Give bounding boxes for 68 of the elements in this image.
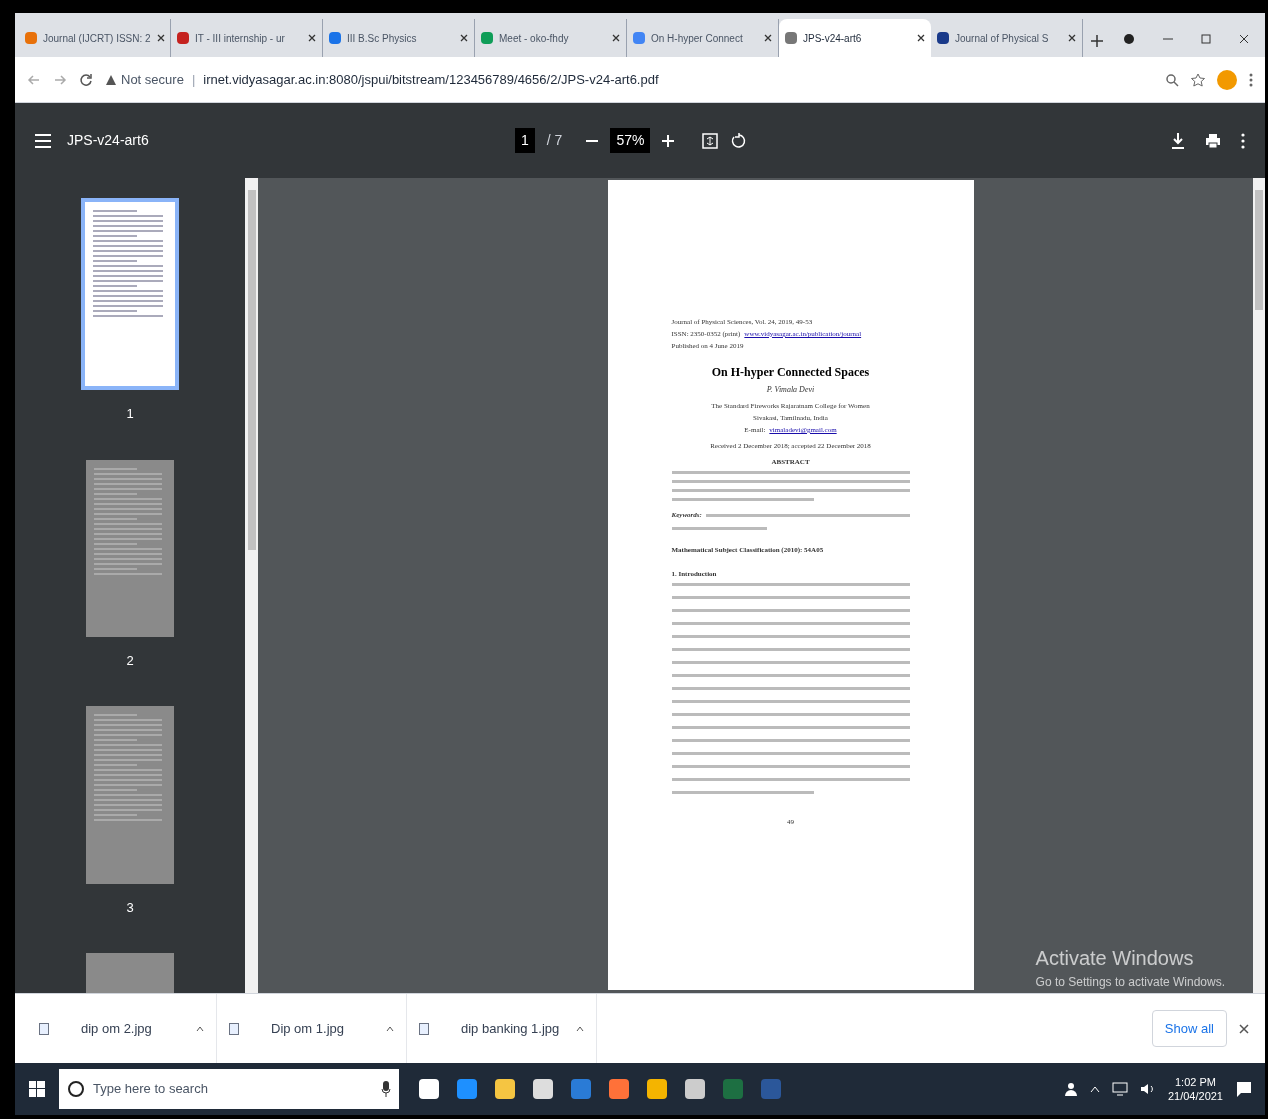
tab-favicon-icon [329,32,341,44]
page-thumbnail[interactable] [86,706,174,884]
close-icon[interactable] [764,34,772,42]
star-icon[interactable] [1191,72,1205,87]
tab-favicon-icon [25,32,37,44]
maximize-icon[interactable] [1201,34,1211,44]
activation-subtitle: Go to Settings to activate Windows. [1035,974,1225,991]
close-icon[interactable] [1239,1023,1249,1034]
close-icon[interactable] [917,34,925,42]
notification-icon[interactable] [1235,1080,1253,1098]
network-icon[interactable] [1111,1082,1128,1096]
page-thumbnail[interactable] [86,953,174,993]
fit-page-icon[interactable] [702,132,719,149]
show-all-button[interactable]: Show all [1151,1009,1227,1048]
more-icon[interactable] [1249,72,1253,87]
close-icon[interactable] [1239,34,1249,44]
caret-icon[interactable] [386,1025,394,1032]
print-icon[interactable] [1205,132,1221,149]
page-thumbnail[interactable] [81,198,179,391]
reload-icon[interactable] [79,72,93,87]
rotate-icon[interactable] [730,132,747,149]
thumbnail-label: 1 [126,405,134,424]
speaker-icon[interactable] [1139,1082,1156,1096]
close-icon[interactable] [1068,34,1076,42]
microphone-icon[interactable] [381,1081,391,1097]
thumbnail-label: 3 [126,898,134,917]
profile-icon[interactable] [1123,33,1135,45]
warning-icon [105,73,117,86]
close-icon[interactable] [156,34,165,42]
page-count: / 7 [546,131,563,150]
zoom-in-icon[interactable] [662,134,675,147]
search-icon [67,1080,85,1098]
download-icon[interactable] [1171,132,1185,149]
close-icon[interactable] [460,34,468,42]
search-field[interactable]: Type here to search [59,1069,399,1109]
close-icon[interactable] [308,34,316,42]
tab-favicon-icon [177,32,189,44]
more-icon[interactable] [1241,132,1245,149]
tab-favicon-icon [785,32,797,44]
clock-time[interactable]: 1:02 PM [1175,1075,1216,1089]
person-icon[interactable] [1063,1082,1078,1096]
new-tab-icon[interactable] [1091,35,1103,47]
tab-favicon-icon [633,32,645,44]
activation-title: Activate Windows [1035,946,1195,971]
url-text: irnet.vidyasagar.ac.in:8080/jspui/bitstream/123456789/4656/2/JPS-v24-art6.pdf [203,70,659,89]
page-number-field[interactable]: 1 [515,128,535,153]
file-icon [229,1022,239,1035]
paper-title: On H-hyper Connected Spaces [710,366,871,378]
file-icon [39,1022,49,1035]
scrollbar[interactable] [1253,178,1265,993]
security-label: Not secure [121,70,184,89]
tab-favicon-icon [481,32,493,44]
file-icon [419,1022,429,1035]
menu-icon[interactable] [35,133,51,148]
tab-favicon-icon [937,32,949,44]
close-icon[interactable] [612,34,620,42]
thumbnail-label: 2 [126,651,134,670]
caret-icon[interactable] [576,1025,584,1032]
author-name: P. Vimala Devi [765,384,816,396]
zoom-field[interactable]: 57% [610,128,651,153]
page-thumbnail[interactable] [86,459,174,637]
separator-text: | [191,70,196,89]
browser-tab[interactable]: JPS-v24-art6 [779,19,931,57]
scrollbar[interactable] [245,178,258,993]
caret-icon[interactable] [196,1025,204,1032]
zoom-icon[interactable] [1165,72,1179,87]
clock-date[interactable]: 21/04/2021 [1167,1089,1223,1103]
document-title: JPS-v24-art6 [67,131,149,150]
